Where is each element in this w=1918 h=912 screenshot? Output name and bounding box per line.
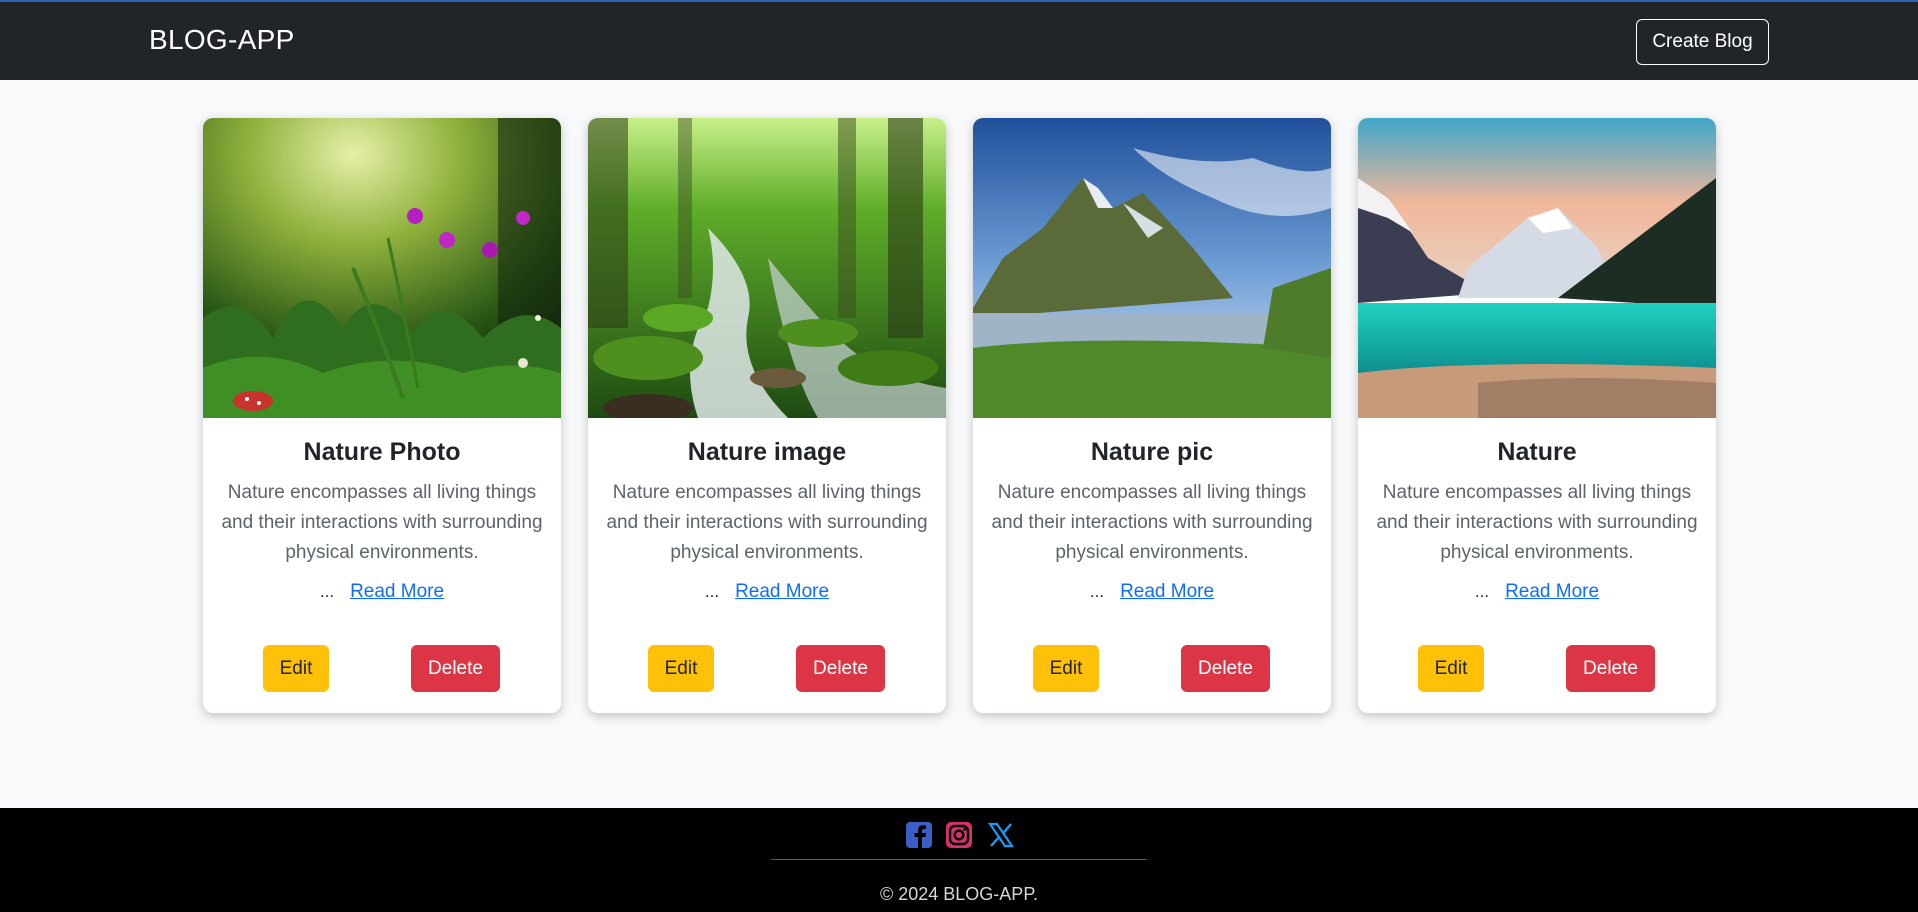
create-blog-button[interactable]: Create Blog [1636, 19, 1769, 65]
read-more-row: ... Read More [588, 581, 946, 603]
blog-card: Nature image Nature encompasses all livi… [588, 118, 946, 713]
card-image-mountain-lake [973, 118, 1331, 418]
blog-card-grid: Nature Photo Nature encompasses all livi… [203, 118, 1717, 713]
brand-logo[interactable]: BLOG-APP [149, 24, 295, 56]
read-more-link[interactable]: Read More [1505, 581, 1599, 602]
footer: © 2024 BLOG-APP. [0, 808, 1918, 912]
copyright-text: © 2024 BLOG-APP. [879, 884, 1039, 904]
social-links [905, 821, 1015, 849]
card-title: Nature pic [1090, 438, 1214, 466]
blog-card: Nature Nature encompasses all living thi… [1358, 118, 1716, 713]
card-image-turquoise-lake [1358, 118, 1716, 418]
ellipsis: ... [1089, 582, 1105, 601]
read-more-link[interactable]: Read More [735, 581, 829, 602]
x-icon[interactable] [987, 821, 1015, 849]
edit-button[interactable]: Edit [1418, 645, 1484, 692]
ellipsis: ... [1474, 582, 1490, 601]
delete-button[interactable]: Delete [1181, 645, 1270, 692]
card-image-fern-flowers [203, 118, 561, 418]
edit-button[interactable]: Edit [648, 645, 714, 692]
card-description: Nature encompasses all living things and… [221, 482, 543, 563]
read-more-link[interactable]: Read More [1120, 581, 1214, 602]
card-description: Nature encompasses all living things and… [1376, 482, 1698, 563]
delete-button[interactable]: Delete [796, 645, 885, 692]
card-title: Nature [1497, 438, 1577, 466]
delete-button[interactable]: Delete [1566, 645, 1655, 692]
read-more-link[interactable]: Read More [350, 581, 444, 602]
instagram-icon[interactable] [945, 821, 973, 849]
blog-card: Nature Photo Nature encompasses all livi… [203, 118, 561, 713]
ellipsis: ... [319, 582, 335, 601]
edit-button[interactable]: Edit [263, 645, 329, 692]
delete-button[interactable]: Delete [411, 645, 500, 692]
ellipsis: ... [704, 582, 720, 601]
card-title: Nature image [687, 438, 847, 466]
footer-divider [771, 859, 1147, 860]
card-description: Nature encompasses all living things and… [991, 482, 1313, 563]
read-more-row: ... Read More [973, 581, 1331, 603]
edit-button[interactable]: Edit [1033, 645, 1099, 692]
card-title: Nature Photo [303, 438, 461, 466]
blog-card: Nature pic Nature encompasses all living… [973, 118, 1331, 713]
navbar: BLOG-APP Create Blog [0, 0, 1918, 80]
read-more-row: ... Read More [203, 581, 561, 603]
read-more-row: ... Read More [1358, 581, 1716, 603]
card-image-forest-stream [588, 118, 946, 418]
card-description: Nature encompasses all living things and… [606, 482, 928, 563]
facebook-icon[interactable] [905, 821, 933, 849]
